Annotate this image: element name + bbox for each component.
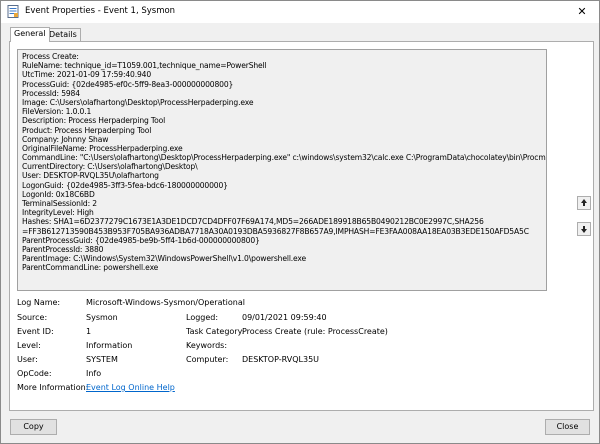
keywords-label: Keywords: — [186, 341, 228, 350]
task-category-label: Task Category: — [186, 327, 245, 336]
description-line: Company: Johnny Shaw — [22, 134, 109, 144]
description-line: Process Create: — [22, 52, 79, 61]
event-properties-window: Event Properties - Event 1, Sysmon ✕ Gen… — [0, 0, 600, 444]
level-value: Information — [86, 341, 133, 350]
description-line: LogonId: 0x18C6BD — [22, 189, 95, 199]
log-name-value: Microsoft-Windows-Sysmon/Operational — [86, 298, 245, 307]
description-line: FileVersion: 1.0.0.1 — [22, 107, 92, 117]
description-line: ProcessId: 5984 — [22, 88, 80, 98]
description-line: ParentImage: C:\Windows\System32\Windows… — [22, 254, 307, 264]
general-tab-panel: Process Create: RuleName: technique_id=T1… — [9, 41, 594, 411]
source-label: Source: — [17, 313, 48, 322]
more-information-label: More Information: — [17, 383, 89, 392]
arrow-up-stem — [583, 203, 585, 206]
description-line: ParentProcessId: 3880 — [22, 244, 104, 254]
arrow-down-icon — [581, 229, 587, 233]
event-id-label: Event ID: — [17, 327, 54, 336]
tab-details[interactable]: Details — [45, 28, 81, 41]
close-button[interactable]: Close — [545, 419, 590, 435]
description-line: Product: Process Herpaderping Tool — [22, 125, 152, 135]
user-value: SYSTEM — [86, 355, 118, 364]
description-line: User: DESKTOP-RVQL35U\olafhartong — [22, 171, 159, 181]
tab-general[interactable]: General — [10, 27, 50, 42]
description-line: Hashes: SHA1=6D2377279C1673E1A3DE1DCD7CD… — [22, 217, 484, 227]
description-line: OriginalFileName: ProcessHerpaderping.ex… — [22, 143, 183, 153]
next-event-button[interactable] — [577, 222, 591, 236]
description-line: Image: C:\Users\olafhartong\Desktop\Proc… — [22, 97, 254, 107]
event-description-text: Process Create: RuleName: technique_id=T1… — [22, 52, 547, 273]
opcode-label: OpCode: — [17, 369, 52, 378]
description-line: UtcTime: 2021-01-09 17:59:40.940 — [22, 70, 152, 80]
title-bar: Event Properties - Event 1, Sysmon ✕ — [1, 1, 599, 23]
description-line: RuleName: technique_id=T1059.001,techniq… — [22, 61, 267, 71]
event-description-box[interactable]: Process Create: RuleName: technique_id=T1… — [17, 49, 547, 291]
description-line: ParentProcessGuid: {02de4985-be9b-5ff4-1… — [22, 235, 260, 245]
log-name-label: Log Name: — [17, 298, 61, 307]
copy-button[interactable]: Copy — [10, 419, 57, 435]
description-line: ProcessGuid: {02de4985-ef0c-5ff9-8ea3-00… — [22, 79, 234, 89]
close-window-icon[interactable]: ✕ — [565, 1, 599, 23]
previous-event-button[interactable] — [577, 196, 591, 210]
description-line: =FF3B612713590B453B953F705BA936ADBA7718A… — [22, 226, 529, 236]
logged-value: 09/01/2021 09:59:40 — [242, 313, 327, 322]
event-viewer-icon — [7, 5, 19, 18]
description-line: CommandLine: "C:\Users\olafhartong\Deskt… — [22, 153, 547, 163]
source-value: Sysmon — [86, 313, 118, 322]
description-line: LogonGuid: {02de4985-3ff3-5fea-bdc6-1800… — [22, 180, 228, 190]
description-line: TerminalSessionId: 2 — [22, 199, 97, 208]
level-label: Level: — [17, 341, 41, 350]
description-line: ParentCommandLine: powershell.exe — [22, 263, 159, 273]
description-line: Description: Process Herpaderping Tool — [22, 116, 166, 126]
logged-label: Logged: — [186, 313, 219, 322]
user-label: User: — [17, 355, 38, 364]
opcode-value: Info — [86, 369, 102, 378]
event-log-online-help-link[interactable]: Event Log Online Help — [86, 383, 175, 392]
computer-label: Computer: — [186, 355, 229, 364]
description-line: CurrentDirectory: C:\Users\olafhartong\D… — [22, 162, 198, 172]
window-title: Event Properties - Event 1, Sysmon — [25, 6, 176, 16]
task-category-value: Process Create (rule: ProcessCreate) — [242, 327, 388, 336]
computer-value: DESKTOP-RVQL35U — [242, 355, 320, 364]
event-id-value: 1 — [86, 327, 92, 336]
description-line: IntegrityLevel: High — [22, 208, 94, 218]
